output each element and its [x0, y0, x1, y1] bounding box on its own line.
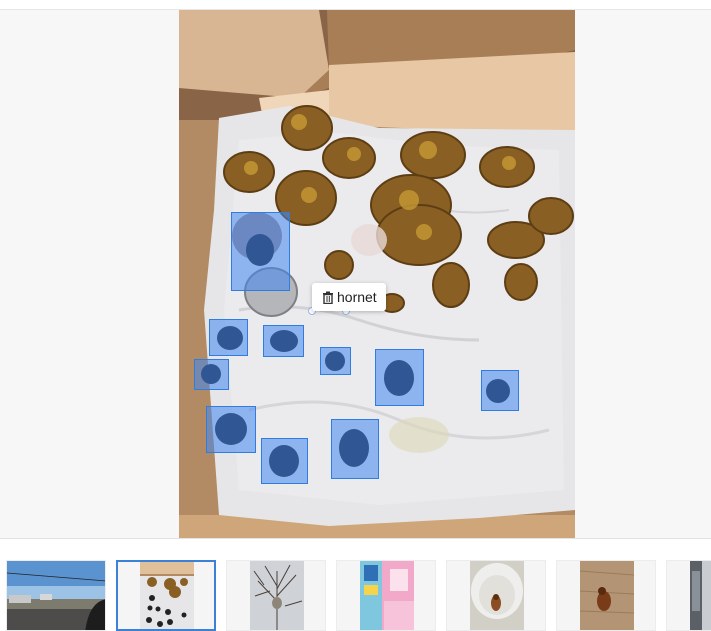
annotation-box[interactable]: [261, 438, 308, 484]
annotation-box[interactable]: [209, 319, 248, 356]
trash-icon[interactable]: [322, 291, 334, 304]
top-bar: [0, 0, 711, 10]
image-viewer[interactable]: hornet: [0, 10, 711, 538]
annotation-label: hornet: [337, 289, 377, 305]
thumb-hornets-on-towel[interactable]: [116, 560, 216, 631]
annotation-box[interactable]: [320, 347, 351, 375]
annotation-box[interactable]: [331, 419, 379, 479]
annotation-label-tooltip: hornet: [312, 283, 386, 311]
thumb-road-scene[interactable]: [6, 560, 106, 631]
thumb-pink-playset[interactable]: [336, 560, 436, 631]
annotated-photo: [179, 10, 575, 538]
annotation-box[interactable]: [481, 370, 519, 411]
annotation-box[interactable]: [375, 349, 424, 406]
thumb-hornet-on-wood[interactable]: [556, 560, 656, 631]
annotation-box[interactable]: [231, 212, 290, 291]
thumb-hornet-in-cup[interactable]: [446, 560, 546, 631]
annotation-box[interactable]: [194, 359, 229, 390]
annotation-box[interactable]: [263, 325, 304, 357]
thumb-building-edge[interactable]: [666, 560, 711, 631]
thumbnail-strip: [0, 538, 711, 631]
annotation-box[interactable]: [206, 406, 256, 453]
thumb-bare-tree[interactable]: [226, 560, 326, 631]
